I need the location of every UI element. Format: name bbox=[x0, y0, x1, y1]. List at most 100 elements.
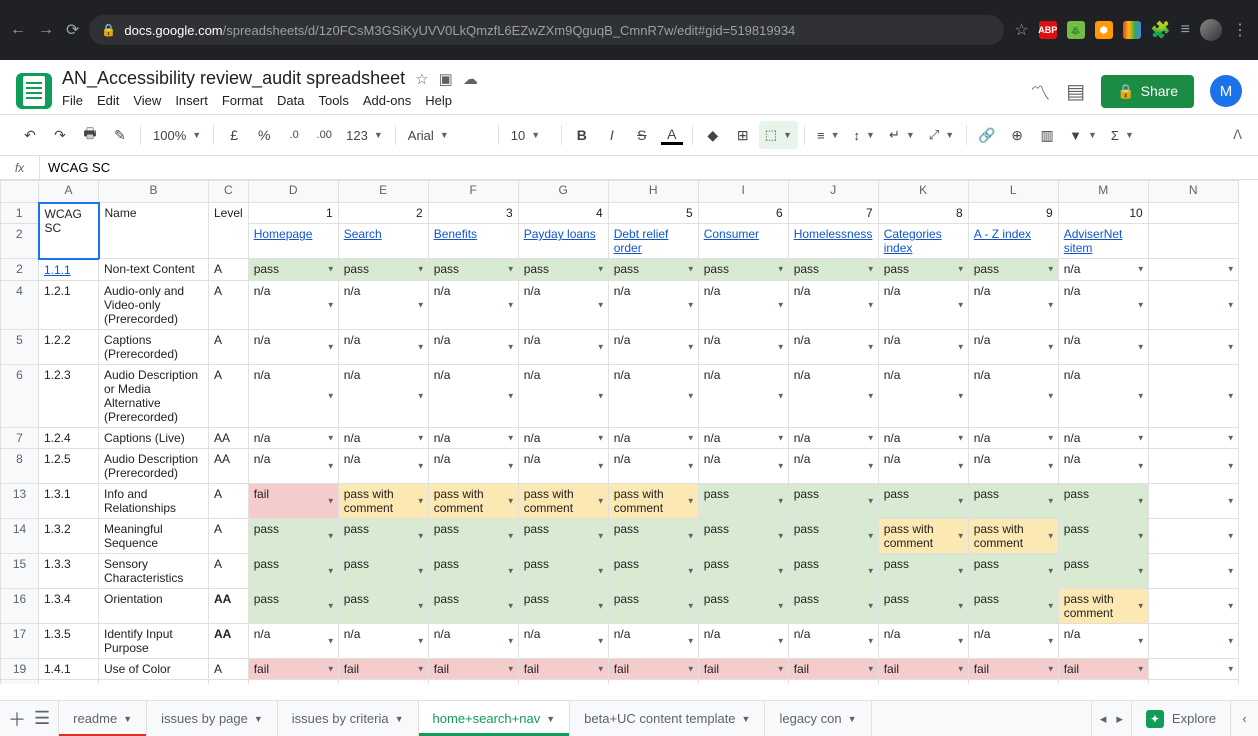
chrome-menu-icon[interactable]: ⋮ bbox=[1232, 20, 1248, 40]
side-panel-toggle-icon[interactable]: ‹ bbox=[1230, 701, 1258, 736]
cell-name[interactable]: Identify Input Purpose bbox=[99, 623, 209, 658]
cell-status[interactable]: pass▼ bbox=[698, 483, 788, 518]
column-header-K[interactable]: K bbox=[878, 181, 968, 203]
cell-status[interactable]: pass▼ bbox=[248, 588, 338, 623]
cell-status[interactable]: n/a▼ bbox=[788, 623, 878, 658]
dropdown-arrow-icon[interactable]: ▼ bbox=[1137, 342, 1145, 351]
cell-wcag-sc[interactable]: 1.3.2 bbox=[39, 518, 99, 553]
dropdown-arrow-icon[interactable]: ▼ bbox=[597, 265, 605, 274]
dropdown-arrow-icon[interactable]: ▼ bbox=[1227, 461, 1235, 470]
cell-status[interactable]: n/a▼ bbox=[1058, 280, 1148, 329]
dropdown-arrow-icon[interactable]: ▼ bbox=[417, 664, 425, 673]
cell-status[interactable]: pass▼ bbox=[248, 259, 338, 281]
cell-level[interactable]: A bbox=[209, 483, 249, 518]
dropdown-arrow-icon[interactable]: ▼ bbox=[687, 601, 695, 610]
cell-name[interactable]: Info and Relationships bbox=[99, 483, 209, 518]
cell-status[interactable]: pass▼ bbox=[1058, 518, 1148, 553]
dropdown-arrow-icon[interactable]: ▼ bbox=[327, 433, 335, 442]
row-header[interactable]: 20 bbox=[1, 679, 39, 684]
dropdown-arrow-icon[interactable]: ▼ bbox=[507, 496, 515, 505]
tab-dropdown-icon[interactable]: ▼ bbox=[546, 714, 555, 724]
dropdown-arrow-icon[interactable]: ▼ bbox=[597, 566, 605, 575]
cell-status[interactable]: pass▼ bbox=[428, 259, 518, 281]
cell-status[interactable]: n/a▼ bbox=[608, 329, 698, 364]
cell-status[interactable]: pass▼ bbox=[338, 553, 428, 588]
dropdown-arrow-icon[interactable]: ▼ bbox=[1137, 531, 1145, 540]
dropdown-arrow-icon[interactable]: ▼ bbox=[507, 531, 515, 540]
cell-wcag-sc[interactable]: 1.3.3 bbox=[39, 553, 99, 588]
dropdown-arrow-icon[interactable]: ▼ bbox=[867, 496, 875, 505]
cell-status[interactable]: n/a▼ bbox=[1058, 448, 1148, 483]
cell[interactable]: WCAG SC bbox=[39, 203, 99, 259]
cell-status[interactable]: pass▼ bbox=[608, 259, 698, 281]
dropdown-arrow-icon[interactable]: ▼ bbox=[417, 566, 425, 575]
dropdown-arrow-icon[interactable]: ▼ bbox=[777, 566, 785, 575]
cell-status[interactable]: n/a▼ bbox=[698, 280, 788, 329]
cell-wcag-sc[interactable]: 1.3.1 bbox=[39, 483, 99, 518]
zoom-select[interactable]: 100%▼ bbox=[147, 121, 207, 149]
cell-status[interactable]: n/a▼ bbox=[878, 679, 968, 684]
cell[interactable]: 2 bbox=[338, 203, 428, 224]
cell-level[interactable]: A bbox=[209, 658, 249, 679]
cell-status[interactable]: ▼ bbox=[1148, 623, 1238, 658]
cell[interactable]: Name bbox=[99, 203, 209, 259]
cell-status[interactable]: n/a▼ bbox=[1058, 679, 1148, 684]
dropdown-arrow-icon[interactable]: ▼ bbox=[867, 636, 875, 645]
cell-status[interactable]: fail▼ bbox=[878, 658, 968, 679]
paint-format-icon[interactable]: ✎ bbox=[106, 121, 134, 149]
dropdown-arrow-icon[interactable]: ▼ bbox=[957, 636, 965, 645]
cell-status[interactable]: pass with comment▼ bbox=[428, 483, 518, 518]
cell-status[interactable]: pass▼ bbox=[248, 518, 338, 553]
print-icon[interactable]: 🖶 bbox=[76, 121, 104, 149]
dropdown-arrow-icon[interactable]: ▼ bbox=[417, 391, 425, 400]
cell-level[interactable]: A bbox=[209, 364, 249, 427]
cell-status[interactable]: n/a▼ bbox=[968, 448, 1058, 483]
dropdown-arrow-icon[interactable]: ▼ bbox=[327, 496, 335, 505]
cell-level[interactable]: AA bbox=[209, 448, 249, 483]
cell-status[interactable]: pass with comment▼ bbox=[968, 518, 1058, 553]
tab-dropdown-icon[interactable]: ▼ bbox=[395, 714, 404, 724]
cell-level[interactable]: A bbox=[209, 329, 249, 364]
cell-status[interactable]: n/a▼ bbox=[698, 364, 788, 427]
cell-status[interactable]: ▼ bbox=[1148, 329, 1238, 364]
cell-status[interactable]: fail▼ bbox=[338, 658, 428, 679]
cell-status[interactable]: pass▼ bbox=[1058, 553, 1148, 588]
extension-icon[interactable]: ⬢ bbox=[1095, 21, 1113, 39]
percent-button[interactable]: % bbox=[250, 121, 278, 149]
dropdown-arrow-icon[interactable]: ▼ bbox=[1227, 496, 1235, 505]
cell-status[interactable]: n/a▼ bbox=[248, 364, 338, 427]
row-header[interactable]: 15 bbox=[1, 553, 39, 588]
dropdown-arrow-icon[interactable]: ▼ bbox=[597, 300, 605, 309]
insert-link-icon[interactable]: 🔗 bbox=[973, 121, 1001, 149]
dropdown-arrow-icon[interactable]: ▼ bbox=[777, 433, 785, 442]
back-icon[interactable]: ← bbox=[10, 21, 26, 39]
cell-status[interactable]: n/a▼ bbox=[878, 364, 968, 427]
horizontal-align-button[interactable]: ≡▼ bbox=[811, 121, 846, 149]
cell-status[interactable]: pass▼ bbox=[338, 588, 428, 623]
sheet-tab-issues-by-page[interactable]: issues by page▼ bbox=[147, 701, 278, 736]
dropdown-arrow-icon[interactable]: ▼ bbox=[687, 664, 695, 673]
cell-status[interactable]: n/a▼ bbox=[518, 448, 608, 483]
dropdown-arrow-icon[interactable]: ▼ bbox=[327, 531, 335, 540]
select-all-corner[interactable] bbox=[1, 181, 39, 203]
cell[interactable]: Level bbox=[209, 203, 249, 259]
cell-level[interactable]: A bbox=[209, 553, 249, 588]
menu-tools[interactable]: Tools bbox=[318, 93, 348, 108]
cell[interactable]: 10 bbox=[1058, 203, 1148, 224]
menu-help[interactable]: Help bbox=[425, 93, 452, 108]
dropdown-arrow-icon[interactable]: ▼ bbox=[597, 601, 605, 610]
cell-status[interactable]: ▼ bbox=[1148, 658, 1238, 679]
dropdown-arrow-icon[interactable]: ▼ bbox=[1047, 664, 1055, 673]
cell-status[interactable]: fail▼ bbox=[968, 658, 1058, 679]
column-header-B[interactable]: B bbox=[99, 181, 209, 203]
sheet-tab-home-search-nav[interactable]: home+search+nav▼ bbox=[419, 701, 571, 736]
dropdown-arrow-icon[interactable]: ▼ bbox=[777, 461, 785, 470]
reload-icon[interactable]: ⟳ bbox=[66, 20, 79, 40]
cell-status[interactable]: pass▼ bbox=[698, 518, 788, 553]
cell-name[interactable]: Audio-only and Video-only (Prerecorded) bbox=[99, 280, 209, 329]
cell-status[interactable]: n/a▼ bbox=[248, 427, 338, 448]
dropdown-arrow-icon[interactable]: ▼ bbox=[687, 265, 695, 274]
dropdown-arrow-icon[interactable]: ▼ bbox=[777, 391, 785, 400]
cell-link[interactable]: A - Z index bbox=[968, 224, 1058, 259]
cell-status[interactable]: n/a▼ bbox=[518, 329, 608, 364]
